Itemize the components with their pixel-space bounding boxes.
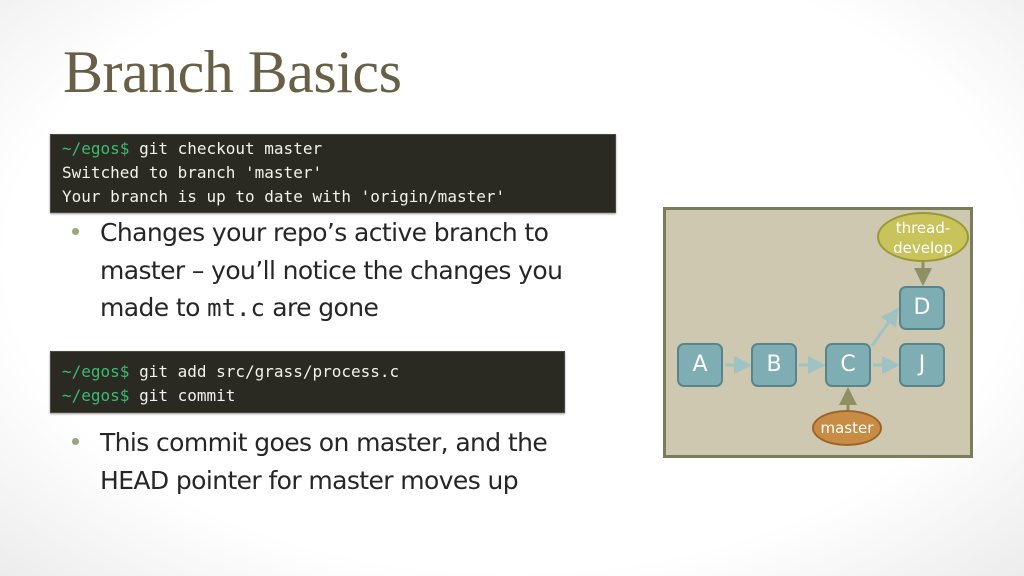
command-text: git checkout master	[139, 139, 323, 158]
terminal-block-checkout: ~/egos$ git checkout master Switched to b…	[50, 134, 616, 213]
terminal-line: ~/egos$ git commit	[62, 384, 564, 408]
command-text: git add src/grass/process.c	[139, 362, 400, 381]
filename-code: mt.c	[207, 294, 265, 322]
shell-prompt: ~/egos$	[62, 139, 140, 158]
bullet-text: Changes your repo’s active branch to mas…	[100, 214, 632, 328]
bullet-commit-explanation: This commit goes on master, and the HEAD…	[72, 424, 612, 499]
slide-title: Branch Basics	[63, 39, 402, 105]
bullet-dot-icon	[72, 228, 79, 235]
terminal-line: Switched to branch 'master'	[62, 161, 615, 185]
terminal-line: ~/egos$ git add src/grass/process.c	[62, 360, 564, 384]
bullet-dot-icon	[72, 438, 79, 445]
shell-prompt: ~/egos$	[62, 386, 140, 405]
shell-prompt: ~/egos$	[62, 362, 140, 381]
commit-node-c: C	[825, 343, 871, 387]
edge-c-d	[870, 307, 899, 347]
branch-name-line: thread-	[895, 219, 951, 237]
bullet-text-part: are gone	[264, 293, 379, 322]
branch-label-master: master	[812, 410, 882, 446]
output-text: Your branch is up to date with 'origin/m…	[62, 187, 506, 206]
output-text: Switched to branch 'master'	[62, 163, 323, 182]
terminal-block-commit: ~/egos$ git add src/grass/process.c ~/ego…	[50, 351, 565, 413]
command-text: git commit	[139, 386, 236, 405]
commit-node-j: J	[899, 343, 945, 387]
branch-name-line: develop	[893, 239, 953, 257]
commit-node-a: A	[677, 343, 723, 387]
terminal-line: Your branch is up to date with 'origin/m…	[62, 185, 615, 209]
commit-node-d: D	[899, 286, 945, 330]
bullet-checkout-explanation: Changes your repo’s active branch to mas…	[72, 214, 632, 328]
commit-graph-diagram: A B C D J thread-develop master	[663, 207, 973, 458]
bullet-text: This commit goes on master, and the HEAD…	[100, 428, 548, 495]
commit-node-b: B	[751, 343, 797, 387]
branch-label-thread-develop: thread-develop	[877, 212, 969, 262]
terminal-line: ~/egos$ git checkout master	[62, 137, 615, 161]
